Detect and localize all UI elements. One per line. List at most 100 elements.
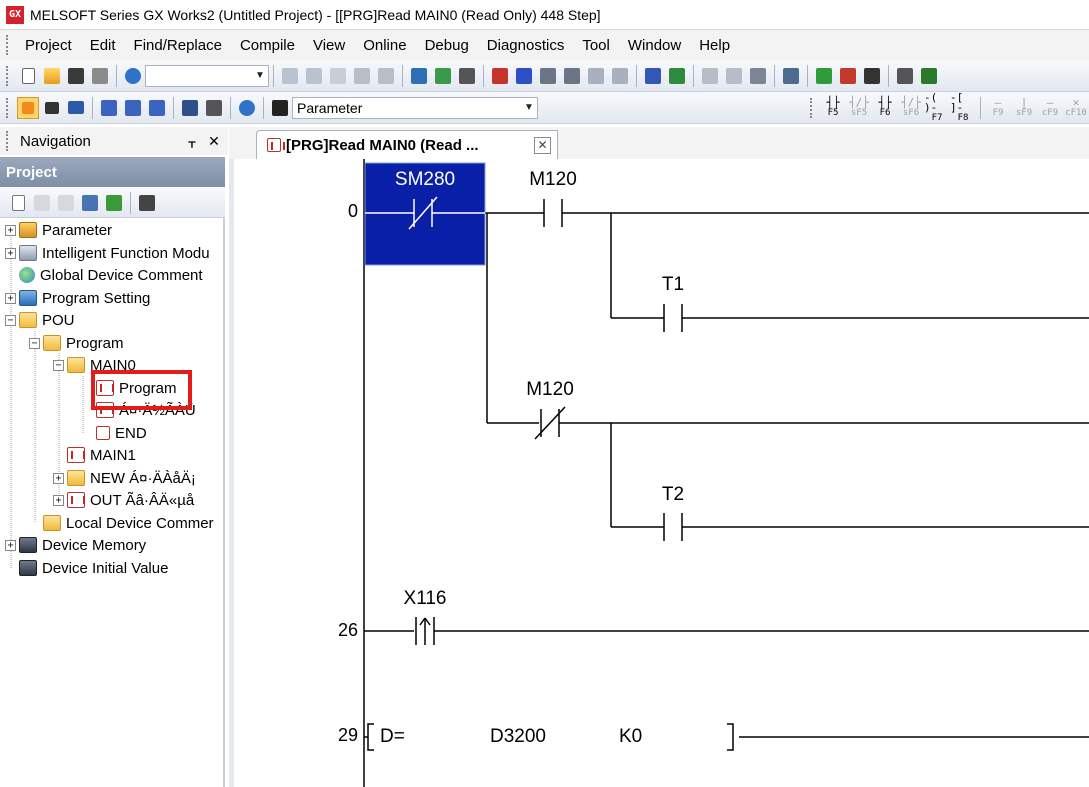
tree-item-program-folder[interactable]: − Program bbox=[29, 332, 124, 354]
expand-icon[interactable]: + bbox=[5, 292, 16, 304]
ladder-convert-icon[interactable] bbox=[861, 65, 883, 87]
monitor-write-icon[interactable] bbox=[609, 65, 631, 87]
fkey-or-closed-contact[interactable]: ┤/├ sF6 bbox=[898, 95, 924, 121]
menu-project[interactable]: Project bbox=[16, 37, 81, 54]
save-icon[interactable] bbox=[65, 65, 87, 87]
redo-icon[interactable] bbox=[375, 65, 397, 87]
new-file-icon[interactable] bbox=[17, 65, 39, 87]
open-folder-icon[interactable] bbox=[41, 65, 63, 87]
simulation-icon[interactable] bbox=[747, 65, 769, 87]
paste-data-icon[interactable] bbox=[55, 192, 77, 214]
ladder-write-icon[interactable] bbox=[813, 65, 835, 87]
tree-item-main1[interactable]: MAIN1 bbox=[67, 444, 136, 466]
expand-icon[interactable]: + bbox=[5, 539, 16, 551]
parameter-combo[interactable]: Parameter ▼ bbox=[292, 96, 538, 119]
fkey-coil[interactable]: -( )- F7 bbox=[924, 92, 950, 123]
tree-item-out-output-card[interactable]: + OUT Ãâ·ÂÄ«µå bbox=[53, 489, 194, 511]
menu-window[interactable]: Window bbox=[619, 37, 690, 54]
menu-online[interactable]: Online bbox=[354, 37, 415, 54]
fkey-open-contact[interactable]: ┤├ F5 bbox=[820, 95, 846, 121]
watch-icon[interactable] bbox=[179, 97, 201, 119]
tree-item-main0[interactable]: − MAIN0 bbox=[53, 354, 136, 376]
contact-t2[interactable] bbox=[663, 513, 683, 541]
tree-item-intelligent-function-module[interactable]: + Intelligent Function Modu bbox=[5, 242, 210, 264]
device-batch-icon[interactable] bbox=[666, 65, 688, 87]
write-plc-icon[interactable] bbox=[489, 65, 511, 87]
instruction-search-icon[interactable] bbox=[432, 65, 454, 87]
screen-icon[interactable] bbox=[780, 65, 802, 87]
copy-data-icon[interactable] bbox=[31, 192, 53, 214]
fkey-vertical-line[interactable]: | sF9 bbox=[1011, 95, 1037, 121]
question-icon[interactable] bbox=[236, 97, 258, 119]
diagnostics-icon[interactable] bbox=[699, 65, 721, 87]
pin-icon[interactable]: ᚁ bbox=[184, 133, 200, 150]
tree-item-program[interactable]: Program bbox=[82, 377, 177, 399]
fkey-delete-vertical[interactable]: ✕ cF10 bbox=[1063, 95, 1089, 121]
device-search-icon[interactable] bbox=[408, 65, 430, 87]
fkey-instruction[interactable]: -[ ]- F8 bbox=[950, 92, 976, 123]
menu-find-replace[interactable]: Find/Replace bbox=[125, 37, 231, 54]
menu-compile[interactable]: Compile bbox=[231, 37, 304, 54]
verify-plc-icon[interactable] bbox=[537, 65, 559, 87]
menu-debug[interactable]: Debug bbox=[416, 37, 478, 54]
read-plc-icon[interactable] bbox=[513, 65, 535, 87]
tree-item-program-setting[interactable]: + Program Setting bbox=[5, 287, 150, 309]
tab-prg-main0[interactable]: [PRG]Read MAIN0 (Read ... ✕ bbox=[256, 130, 558, 159]
tree-item-device-initial-value[interactable]: Device Initial Value bbox=[5, 557, 168, 579]
fkey-horizontal-line[interactable]: — F9 bbox=[985, 95, 1011, 121]
ladder-read-icon[interactable] bbox=[837, 65, 859, 87]
system-monitor-icon[interactable] bbox=[723, 65, 745, 87]
expand-icon[interactable]: + bbox=[5, 247, 16, 259]
expand-icon[interactable]: + bbox=[5, 224, 16, 236]
tree-item-parameter[interactable]: + Parameter bbox=[5, 219, 112, 241]
help-icon[interactable] bbox=[122, 65, 144, 87]
undo-icon[interactable] bbox=[351, 65, 373, 87]
toolbar-combo-1[interactable]: ▼ bbox=[145, 64, 269, 87]
device-test-icon[interactable] bbox=[642, 65, 664, 87]
dev-read-icon[interactable] bbox=[98, 97, 120, 119]
cut-icon[interactable] bbox=[279, 65, 301, 87]
binoculars-icon[interactable] bbox=[269, 97, 291, 119]
collapse-icon[interactable]: − bbox=[29, 337, 40, 349]
ladder-editor[interactable]: 0 26 29 SM280 M120 T1 M120 T2 X116 D= D3… bbox=[229, 159, 1089, 787]
string-search-icon[interactable] bbox=[456, 65, 478, 87]
tree-item-local-device-comment[interactable]: Local Device Commer bbox=[43, 512, 214, 534]
fkey-delete-horizontal[interactable]: — cF9 bbox=[1037, 95, 1063, 121]
property-icon[interactable] bbox=[79, 192, 101, 214]
dev-verify-icon[interactable] bbox=[146, 97, 168, 119]
refresh-icon[interactable] bbox=[103, 192, 125, 214]
zoom-icon[interactable] bbox=[894, 65, 916, 87]
menu-tool[interactable]: Tool bbox=[573, 37, 619, 54]
close-tab-icon[interactable]: ✕ bbox=[534, 136, 551, 154]
paste-icon[interactable] bbox=[327, 65, 349, 87]
collapse-icon[interactable]: − bbox=[5, 314, 16, 326]
fkey-closed-contact[interactable]: ┤/├ sF5 bbox=[846, 95, 872, 121]
new-data-icon[interactable] bbox=[7, 192, 29, 214]
collapse-icon[interactable]: − bbox=[53, 359, 64, 371]
dock-icon[interactable] bbox=[41, 97, 63, 119]
print-icon[interactable] bbox=[89, 65, 111, 87]
contact-m120-open[interactable] bbox=[543, 199, 563, 227]
device-list-icon[interactable] bbox=[203, 97, 225, 119]
navigation-toggle-icon[interactable] bbox=[17, 96, 39, 119]
tree-item-global-device-comment[interactable]: Global Device Comment bbox=[5, 264, 203, 286]
dev-write-icon[interactable] bbox=[122, 97, 144, 119]
monitor-stop-icon[interactable] bbox=[585, 65, 607, 87]
sort-icon[interactable] bbox=[136, 192, 158, 214]
window-icon[interactable] bbox=[65, 97, 87, 119]
menu-diagnostics[interactable]: Diagnostics bbox=[478, 37, 574, 54]
tree-item-device-memory[interactable]: + Device Memory bbox=[5, 534, 146, 556]
menu-edit[interactable]: Edit bbox=[81, 37, 125, 54]
expand-icon[interactable]: + bbox=[53, 494, 64, 506]
tree-item-end[interactable]: END bbox=[82, 422, 147, 444]
menu-view[interactable]: View bbox=[304, 37, 354, 54]
menu-help[interactable]: Help bbox=[690, 37, 739, 54]
tree-item-new-sort-device[interactable]: + NEW Á¤·ÄÀåÄ¡ bbox=[53, 467, 196, 489]
contact-x116-rising[interactable] bbox=[415, 617, 435, 645]
monitor-icon[interactable] bbox=[561, 65, 583, 87]
comment-icon[interactable] bbox=[918, 65, 940, 87]
expand-icon[interactable]: + bbox=[53, 472, 64, 484]
contact-t1[interactable] bbox=[663, 304, 683, 332]
fkey-or-contact[interactable]: ┤├ F6 bbox=[872, 95, 898, 121]
tree-item-sort-start[interactable]: Á¤·Ä½ÃÀÛ bbox=[82, 399, 196, 421]
